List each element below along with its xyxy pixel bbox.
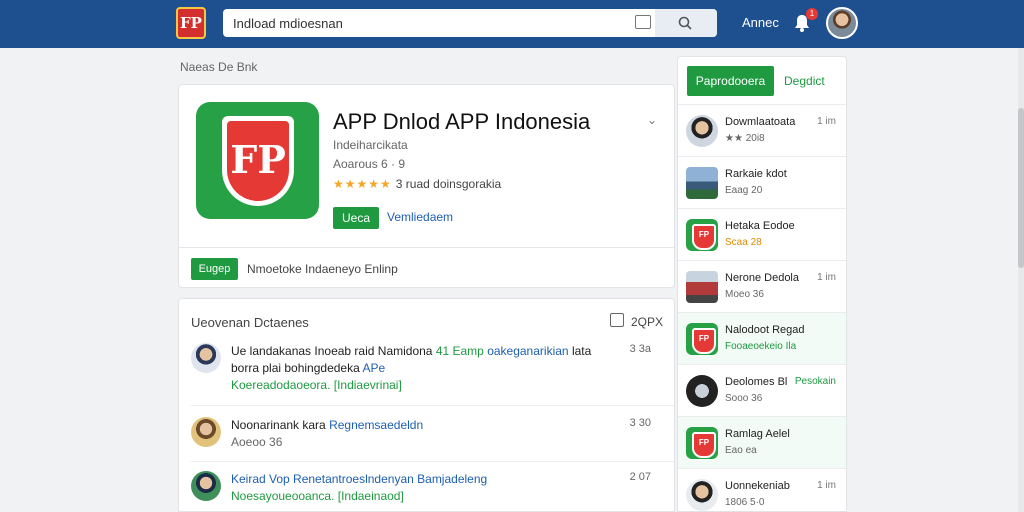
- sidebar-item[interactable]: Rarkaie kdot Eaag 20: [678, 156, 846, 208]
- thumbnail-icon: [686, 375, 718, 407]
- avatar: [686, 115, 718, 147]
- thumbnail-icon: [686, 271, 718, 303]
- sidebar-item-sub: Moeo 36: [725, 289, 764, 300]
- app-icon: [686, 323, 718, 355]
- rating-text: 3 ruad doinsgorakia: [395, 177, 502, 191]
- sidebar-primary-button[interactable]: Paprodooera: [687, 66, 774, 96]
- promo-text: Nmoetoke Indaeneyo Enlinp: [247, 262, 398, 276]
- review-item: Keirad Vop Renetantroeslndenyan Bamjadel…: [191, 471, 665, 511]
- review-time: 2 07: [629, 471, 651, 483]
- thumbnail-icon: [686, 167, 718, 199]
- sidebar-item-name: Nerone Dedola: [725, 272, 799, 284]
- chevron-down-icon[interactable]: ⌄: [647, 113, 657, 127]
- app-rating: ★★★★★ 3 ruad doinsgorakia: [333, 177, 501, 191]
- sidebar-item-name: Uonnekeniab: [725, 480, 790, 492]
- review-text: lata: [571, 344, 592, 358]
- scrollbar-thumb[interactable]: [1018, 108, 1024, 268]
- avatar[interactable]: [191, 417, 221, 447]
- sidebar-item[interactable]: Hetaka Eodoe Scaa 28: [678, 208, 846, 260]
- review-link[interactable]: APe: [362, 361, 385, 375]
- app-icon: [686, 219, 718, 251]
- sidebar-item-time: Pesokain: [794, 376, 836, 387]
- divider: [191, 405, 674, 406]
- sidebar-item-name: Rarkaie kdot: [725, 168, 787, 180]
- top-bar: FP Annec 1: [0, 0, 1024, 48]
- sidebar-item[interactable]: Nalodoot Regad Fooaeoekeio Ila: [678, 312, 846, 364]
- reviews-title: Ueovenan Dctaenes: [191, 315, 309, 330]
- app-meta: Aoarous 6 · 9: [333, 157, 406, 171]
- review-text: Ue landakanas Inoeab raid Namidona: [231, 344, 433, 358]
- review-author: Noesayoueooanca. [Indaeinaod]: [231, 489, 404, 503]
- search-input[interactable]: [223, 9, 623, 37]
- sidebar-item-name: Dowmlaatoata: [725, 116, 796, 128]
- avatar[interactable]: [191, 343, 221, 373]
- review-item: Ue landakanas Inoeab raid Namidona 41 Ea…: [191, 343, 665, 399]
- sidebar-item-name: Nalodoot Regad: [725, 324, 805, 336]
- review-tag: 41 Eamp: [435, 344, 484, 358]
- search-icon: [678, 16, 692, 30]
- avatar[interactable]: [191, 471, 221, 501]
- app-icon: FP: [196, 102, 319, 219]
- review-link[interactable]: oakeganarikian: [487, 344, 568, 358]
- review-time: 3 30: [629, 417, 651, 429]
- logo-icon[interactable]: FP: [176, 7, 206, 39]
- divider: [191, 461, 674, 462]
- clipboard-icon[interactable]: [635, 15, 651, 29]
- sidebar-item-name: Hetaka Eodoe: [725, 220, 795, 232]
- reviews-count: 2QPX: [631, 315, 664, 329]
- sidebar-item[interactable]: Uonnekeniab 1806 5·0 1 im: [678, 468, 846, 512]
- sidebar-item-time: 1 im: [817, 272, 836, 283]
- search-box: [223, 9, 717, 37]
- sidebar-secondary-link[interactable]: Degdict: [784, 74, 825, 88]
- share-icon[interactable]: [610, 313, 624, 327]
- reviews-card: Ueovenan Dctaenes 2QPX Ue landakanas Ino…: [178, 298, 675, 512]
- sidebar-item[interactable]: Dowmlaatoata ★★ 20i8 1 im: [678, 104, 846, 156]
- sidebar-item-sub: Scaa 28: [725, 237, 762, 248]
- sidebar-item[interactable]: Ramlag Aelel Eao ea: [678, 416, 846, 468]
- sidebar-item[interactable]: Nerone Dedola Moeo 36 1 im: [678, 260, 846, 312]
- related-apps-sidebar: Paprodooera Degdict Dowmlaatoata ★★ 20i8…: [677, 56, 847, 512]
- top-nav-link[interactable]: Annec: [742, 15, 779, 30]
- notification-badge: 1: [806, 8, 818, 20]
- sidebar-item-sub: ★★ 20i8: [725, 133, 765, 144]
- review-text: borra plai bohingdedeka: [231, 361, 360, 375]
- review-link[interactable]: Keirad Vop Renetantroeslndenyan Bamjadel…: [231, 471, 631, 488]
- review-text: Noonarinank kara: [231, 418, 326, 432]
- breadcrumb[interactable]: Naeas De Bnk: [180, 60, 257, 74]
- app-title: APP Dnlod APP Indonesia: [333, 109, 591, 134]
- sidebar-item[interactable]: Deolomes Bl Sooo 36 Pesokain: [678, 364, 846, 416]
- search-button[interactable]: [655, 9, 717, 37]
- review-author: Koereadodaoeora. [Indiaevrinai]: [231, 378, 402, 392]
- star-rating-icon: ★★★★★: [333, 177, 392, 191]
- sidebar-item-time: 1 im: [817, 480, 836, 491]
- review-item: Noonarinank kara Regnemsaedeldn Aoeoo 36…: [191, 417, 665, 457]
- sidebar-item-sub: Eao ea: [725, 445, 757, 456]
- page-scrollbar[interactable]: [1018, 48, 1024, 512]
- sidebar-item-time: 1 im: [817, 116, 836, 127]
- review-meta: Aoeoo 36: [231, 435, 283, 449]
- avatar: [686, 479, 718, 511]
- review-link[interactable]: Regnemsaedeldn: [329, 418, 423, 432]
- sidebar-item-name: Ramlag Aelel: [725, 428, 790, 440]
- sidebar-item-name: Deolomes Bl: [725, 376, 788, 388]
- app-detail-card: FP APP Dnlod APP Indonesia ⌄ Indeiharcik…: [178, 84, 675, 288]
- sidebar-item-sub: Fooaeoekeio Ila: [725, 341, 797, 352]
- sidebar-item-sub: 1806 5·0: [725, 497, 765, 508]
- review-time: 3 3a: [629, 343, 651, 355]
- app-developer[interactable]: Indeiharcikata: [333, 138, 408, 152]
- wishlist-link[interactable]: Vemliedaem: [387, 210, 453, 224]
- app-icon: [686, 427, 718, 459]
- sidebar-item-sub: Eaag 20: [725, 185, 763, 196]
- promo-button[interactable]: Eugep: [191, 258, 238, 280]
- install-button[interactable]: Ueca: [333, 207, 379, 229]
- user-avatar[interactable]: [826, 7, 858, 39]
- sidebar-item-sub: Sooo 36: [725, 393, 763, 404]
- divider: [179, 247, 674, 248]
